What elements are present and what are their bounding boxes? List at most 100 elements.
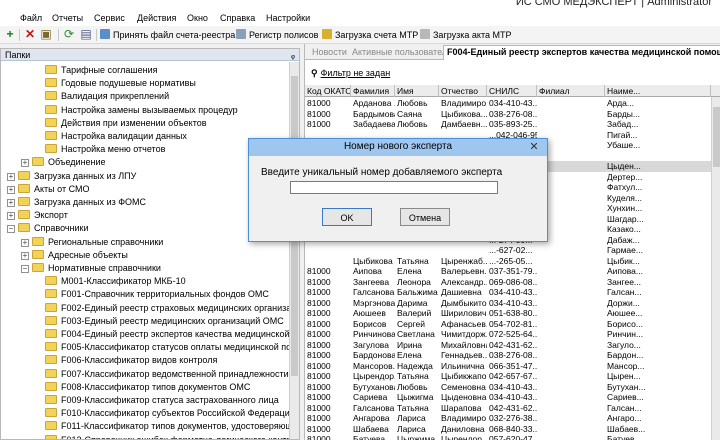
menu-service[interactable]: Сервис	[94, 13, 125, 23]
expert-number-input[interactable]	[290, 181, 498, 194]
tree-node[interactable]: Настройка замены вызываемых процедур	[31, 104, 238, 117]
table-row[interactable]: 81000 Сариева Цыжигма Цыденовна 034-410-43..…	[305, 392, 720, 403]
grid-scrollbar[interactable]	[711, 97, 720, 440]
table-row[interactable]: 81000 Мансоров...Надежда Ильинична 066-351-…	[305, 361, 720, 372]
table-row[interactable]: 81000 Аипова Елена Валерьевн... 037-351-79..…	[305, 266, 720, 277]
tree-node[interactable]: + Региональные справочники	[21, 236, 163, 249]
tree-node[interactable]: Годовые подушевые нормативы	[31, 77, 196, 90]
column-header[interactable]: Имя	[395, 85, 439, 97]
tree-node[interactable]: Настройка меню отчетов	[31, 143, 165, 156]
table-row[interactable]: 81000 Аюшеев Валерий Ширилович 051-638-80...…	[305, 308, 720, 319]
column-header[interactable]: Код ОКАТО...	[305, 85, 351, 97]
refresh-icon[interactable]: ⟳	[63, 28, 75, 40]
tree-node[interactable]: F006-Классификатор видов контроля	[31, 354, 217, 367]
table-row[interactable]: 81000 РинчиноваСветлана Чимитдорж...072-52…	[305, 329, 720, 340]
table-row[interactable]: 81000 Борисов Сергей Афанасьев...054-702-81…	[305, 319, 720, 330]
tree-node[interactable]: + Адресные объекты	[21, 249, 128, 262]
tree-node[interactable]: F007-Классификатор ведомственной принадл…	[31, 368, 289, 381]
filter-link[interactable]: Фильтр не задан	[321, 68, 391, 78]
tree-node[interactable]: F001-Справочник территориальных фондов О…	[31, 288, 269, 301]
cancel-button[interactable]: Отмена	[400, 208, 450, 226]
table-row[interactable]: ...-627-02... Гармае...	[305, 245, 720, 256]
tree-node[interactable]: Настройка валидации данных	[31, 130, 187, 143]
table-row[interactable]: 81000 Загулова Ирина Михайловна 042-431-62..…	[305, 340, 720, 351]
expand-icon[interactable]: +	[7, 185, 15, 194]
expand-icon[interactable]: +	[7, 172, 15, 181]
tree-node[interactable]: − Нормативные справочники	[21, 262, 161, 275]
tree-node[interactable]: F005-Классификатор статусов оплаты медиц…	[31, 341, 289, 354]
table-cell: Хунхин...	[607, 203, 643, 213]
table-row[interactable]: 81000 Забадаева ...Любовь Дамбаевн...035-8…	[305, 119, 720, 130]
tree-node[interactable]: F008-Классификатор типов документов ОМС	[31, 381, 250, 394]
tree-node[interactable]: F003-Единый реестр медицинских организац…	[31, 315, 284, 328]
table-row[interactable]: 81000 Бардонова Елена Геннадьев... 038-276-0…	[305, 350, 720, 361]
tree-node[interactable]: M001-Классификатор МКБ-10	[31, 275, 186, 288]
tree-node[interactable]: + Загрузка данных из ФОМС	[7, 196, 146, 209]
pin-icon[interactable]: ᵩ	[291, 49, 295, 61]
column-header[interactable]: Филиал	[537, 85, 605, 97]
tree-node[interactable]: F009-Классификатор статуса застрахованно…	[31, 394, 279, 407]
menu-file[interactable]: Файл	[20, 13, 42, 23]
menu-help[interactable]: Справка	[220, 13, 255, 23]
accept-invoice-button[interactable]: Принять файл счета-реестра	[100, 28, 235, 42]
tree-node[interactable]: + Акты от СМО	[7, 183, 89, 196]
scrollbar-thumb[interactable]	[713, 107, 720, 167]
table-row[interactable]: 81000 Батуева Цыржима Цырендор... 057-620-47…	[305, 434, 720, 440]
print-icon[interactable]: ▤	[80, 28, 92, 40]
table-row[interactable]: 81000 МэргэноваДарима Дымбыкито...034-410-…	[305, 298, 720, 309]
tree-node[interactable]: + Загрузка данных из ЛПУ	[7, 170, 136, 183]
column-header[interactable]: СНИЛС	[487, 85, 537, 97]
folders-scrollbar[interactable]	[289, 62, 299, 439]
table-row[interactable]: 81000 Ангарова Лариса Владимиро...032-276-3…	[305, 413, 720, 424]
table-row[interactable]: 81000 Бардымова...Саяна Цыбикова...038-276…	[305, 109, 720, 120]
table-row[interactable]: 81000 Галсанова Бальжима Дашиевна 034-410-43…	[305, 287, 720, 298]
menu-window[interactable]: Окно	[187, 13, 208, 23]
table-row[interactable]: 81000 Галсанова Татьяна Шарапова 042-431-62.…	[305, 403, 720, 414]
tab-active-users[interactable]: Активные пользователи	[349, 46, 455, 60]
load-mtr-invoice-button[interactable]: Загрузка счета МТР	[322, 28, 418, 42]
tree-node[interactable]: Тарифные соглашения	[31, 64, 158, 77]
table-cell: 81000	[307, 329, 331, 339]
table-row[interactable]: 81000 Цырендор...Татьяна Цыбикжапо...042-6…	[305, 371, 720, 382]
ok-button[interactable]: OK	[322, 208, 372, 226]
expand-icon[interactable]: +	[21, 238, 29, 247]
load-mtr-act-button[interactable]: Загрузка акта МТР	[420, 28, 511, 42]
tree-node[interactable]: F004-Единый реестр экспертов качества ме…	[31, 328, 289, 341]
table-row[interactable]: 81000 Арданова ...Любовь Владимиро...034-4…	[305, 98, 720, 109]
expand-icon[interactable]: +	[21, 159, 29, 168]
tree-node[interactable]: F010-Классификатор субъектов Российской …	[31, 407, 289, 420]
policy-register-button[interactable]: Регистр полисов	[236, 28, 318, 42]
column-header[interactable]: Наиме...	[605, 85, 711, 97]
table-cell: Ангарова	[353, 413, 390, 423]
tree-node[interactable]: + Объединение	[21, 156, 106, 169]
tree-node[interactable]: Валидация прикреплений	[31, 90, 169, 103]
collapse-icon[interactable]: −	[21, 265, 29, 273]
table-row[interactable]: 81000 Шабаева Лариса Даниловна 068-840-33...…	[305, 424, 720, 435]
table-row[interactable]: 81000 Зангеева Леонора Александр... 069-086-…	[305, 277, 720, 288]
plus-icon[interactable]: +	[4, 28, 16, 40]
expand-icon[interactable]: +	[7, 199, 15, 207]
column-header[interactable]: Отчество	[439, 85, 487, 97]
close-icon[interactable]: ✕	[527, 140, 541, 154]
expand-icon[interactable]: +	[21, 251, 29, 260]
menu-actions[interactable]: Действия	[137, 13, 176, 23]
menu-reports[interactable]: Отчеты	[52, 13, 83, 23]
tree-node[interactable]: F012-Справочник ошибок форматно-логическ…	[31, 434, 289, 439]
open-folder-icon[interactable]: ▣	[40, 28, 52, 40]
table-row[interactable]: Цыбикова Татьяна Цыренжаб... ...-265-05... Ц…	[305, 256, 720, 267]
tree-node[interactable]: + Экспорт	[7, 209, 68, 222]
tree-node[interactable]: Действия при изменении объектов	[31, 117, 207, 130]
tab-f004-registry[interactable]: F004-Единый реестр экспертов качества ме…	[443, 45, 720, 60]
tree-node[interactable]: F011-Классификатор типов документов, удо…	[31, 420, 289, 433]
column-header[interactable]: Фамилия	[351, 85, 395, 97]
table-row[interactable]: 81000 Бутуханова Любовь Семеновна 034-410-43…	[305, 382, 720, 393]
binoculars-icon[interactable]: ⚲	[311, 66, 318, 80]
menu-settings[interactable]: Настройки	[266, 13, 310, 23]
delete-icon[interactable]: ✕	[24, 28, 36, 40]
folders-panel-title: Папки	[5, 50, 31, 60]
tree-node[interactable]: − Справочники	[7, 222, 89, 235]
tab-news[interactable]: Новости	[309, 46, 350, 60]
tree-node[interactable]: F002-Единый реестр страховых медицинских…	[31, 302, 289, 315]
expand-icon[interactable]: +	[7, 212, 15, 221]
collapse-icon[interactable]: −	[7, 225, 15, 234]
